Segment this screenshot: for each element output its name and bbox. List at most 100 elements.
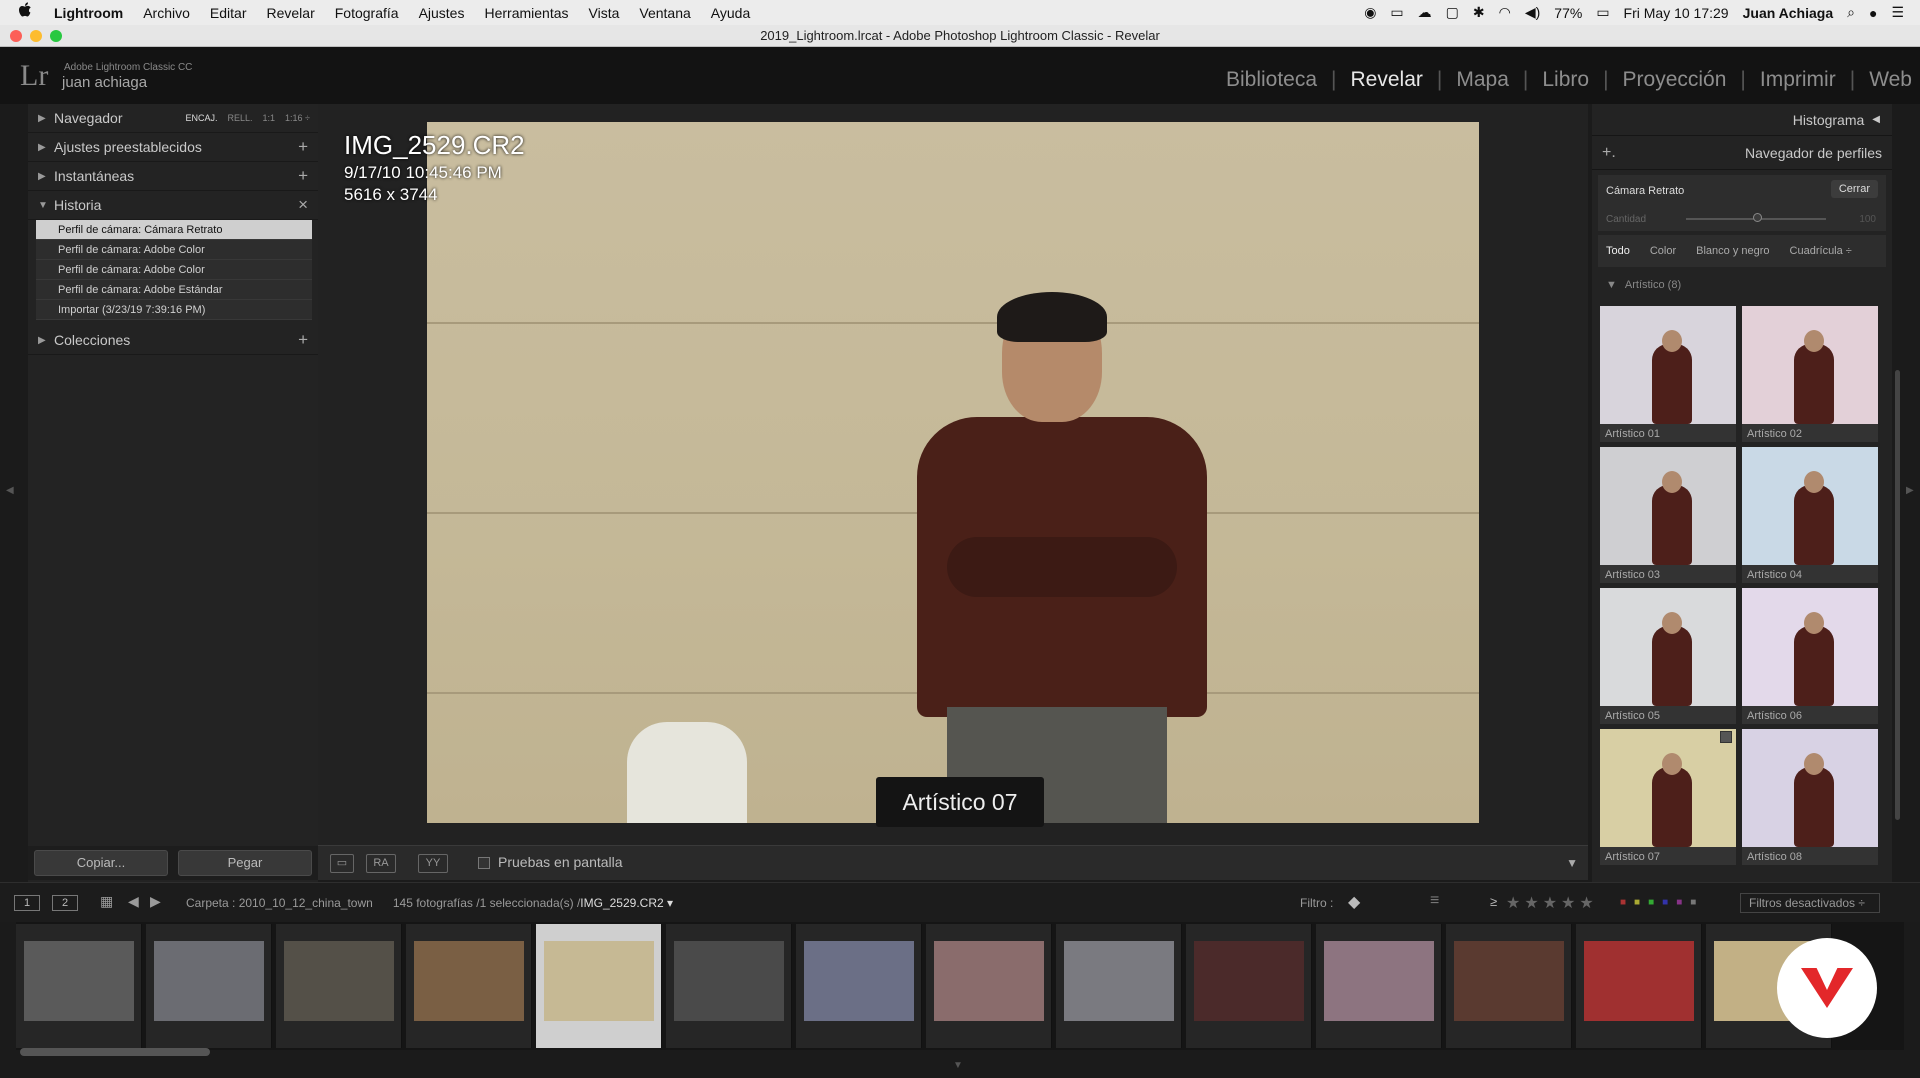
add-collection-icon[interactable]: + — [298, 330, 308, 350]
zoom-fill[interactable]: RELL. — [228, 113, 253, 123]
add-preset-icon[interactable]: + — [298, 137, 308, 157]
filmstrip-thumb[interactable] — [1446, 924, 1572, 1048]
folder-path[interactable]: Carpeta : 2010_10_12_china_town — [186, 896, 373, 910]
profile-group-header[interactable]: ▼ Artístico (8) — [1592, 271, 1892, 299]
filmstrip-thumb[interactable] — [16, 924, 142, 1048]
filmstrip-thumb[interactable] — [146, 924, 272, 1048]
close-window-button[interactable] — [10, 30, 22, 42]
color-label-filter[interactable]: ■■■■■■ — [1620, 897, 1704, 908]
zoom-custom[interactable]: 1:16 ÷ — [285, 113, 310, 123]
clear-history-icon[interactable]: × — [298, 195, 308, 215]
zoom-window-button[interactable] — [50, 30, 62, 42]
airplay-icon[interactable]: ▢ — [1446, 4, 1459, 21]
main-photo[interactable] — [427, 122, 1479, 823]
current-file-select[interactable]: IMG_2529.CR2 ▾ — [580, 896, 673, 910]
volume-icon[interactable]: ◀) — [1525, 4, 1540, 21]
filmstrip-thumb[interactable] — [1186, 924, 1312, 1048]
filmstrip-thumb[interactable] — [276, 924, 402, 1048]
rating-filter-stars[interactable]: ★★★★★ — [1506, 893, 1598, 913]
menu-revelar[interactable]: Revelar — [266, 5, 314, 21]
module-proyeccion[interactable]: Proyección — [1623, 68, 1727, 92]
module-mapa[interactable]: Mapa — [1456, 68, 1509, 92]
history-item[interactable]: Perfil de cámara: Adobe Color — [36, 260, 312, 280]
filmstrip-thumb[interactable] — [666, 924, 792, 1048]
wifi-icon[interactable]: ◠ — [1499, 4, 1511, 21]
add-profile-icon[interactable]: +. — [1602, 144, 1616, 162]
profile-thumb-01[interactable]: Artístico 01 — [1600, 306, 1736, 442]
navigator-header[interactable]: ▶ Navegador ENCAJ. RELL. 1:1 1:16 ÷ — [28, 104, 318, 133]
filmstrip-thumb[interactable] — [536, 924, 662, 1048]
bluetooth-icon[interactable]: ✱ — [1473, 4, 1485, 21]
filters-off-select[interactable]: Filtros desactivados ÷ — [1740, 893, 1880, 913]
close-profile-browser-button[interactable]: Cerrar — [1830, 180, 1878, 198]
filmstrip-thumb[interactable] — [406, 924, 532, 1048]
profile-thumb-03[interactable]: Artístico 03 — [1600, 447, 1736, 583]
battery-icon[interactable]: ▭ — [1596, 4, 1609, 21]
filmstrip-thumb[interactable] — [1056, 924, 1182, 1048]
amount-slider-handle[interactable] — [1753, 213, 1762, 222]
left-panel-toggle-icon[interactable]: ◀ — [6, 485, 14, 496]
menu-app[interactable]: Lightroom — [54, 5, 123, 21]
filter-blanco-negro[interactable]: Blanco y negro — [1696, 245, 1769, 257]
module-imprimir[interactable]: Imprimir — [1760, 68, 1836, 92]
history-header[interactable]: ▼ Historia × — [28, 191, 318, 220]
history-item[interactable]: Importar (3/23/19 7:39:16 PM) — [36, 300, 312, 320]
history-item[interactable]: Perfil de cámara: Adobe Color — [36, 240, 312, 260]
module-biblioteca[interactable]: Biblioteca — [1226, 68, 1317, 92]
profile-thumb-04[interactable]: Artístico 04 — [1742, 447, 1878, 583]
filmstrip-thumb[interactable] — [926, 924, 1052, 1048]
siri-icon[interactable]: ● — [1869, 5, 1877, 21]
copy-button[interactable]: Copiar... — [34, 850, 168, 876]
module-web[interactable]: Web — [1869, 68, 1912, 92]
menu-ventana[interactable]: Ventana — [639, 5, 690, 21]
loupe-view-button[interactable]: ▭ — [330, 854, 354, 873]
grid-icon[interactable]: ▦ — [100, 893, 113, 910]
profile-thumb-07[interactable]: Artístico 07 — [1600, 729, 1736, 865]
clock[interactable]: Fri May 10 17:29 — [1624, 5, 1729, 21]
spotlight-search-icon[interactable]: ⌕ — [1847, 4, 1855, 21]
profile-thumb-06[interactable]: Artístico 06 — [1742, 588, 1878, 724]
add-snapshot-icon[interactable]: + — [298, 166, 308, 186]
profile-thumb-08[interactable]: Artístico 08 — [1742, 729, 1878, 865]
filmstrip-scrollbar[interactable] — [20, 1048, 210, 1056]
back-arrow-icon[interactable]: ◀ — [128, 893, 139, 910]
bottom-panel-toggle[interactable]: ▼ — [0, 1056, 1920, 1078]
user-name[interactable]: Juan Achiaga — [1743, 5, 1834, 21]
filmstrip-thumb[interactable] — [796, 924, 922, 1048]
zoom-1-1[interactable]: 1:1 — [263, 113, 276, 123]
menu-ajustes[interactable]: Ajustes — [419, 5, 465, 21]
creative-cloud-icon[interactable]: ☁ — [1418, 4, 1432, 21]
module-libro[interactable]: Libro — [1542, 68, 1589, 92]
filmstrip-thumb[interactable] — [1316, 924, 1442, 1048]
menu-editar[interactable]: Editar — [210, 5, 247, 21]
history-item[interactable]: Perfil de cámara: Adobe Estándar — [36, 280, 312, 300]
forward-arrow-icon[interactable]: ▶ — [150, 893, 161, 910]
before-after-button[interactable]: RA — [366, 854, 396, 873]
profile-thumb-05[interactable]: Artístico 05 — [1600, 588, 1736, 724]
right-panel-scrollbar[interactable] — [1895, 370, 1900, 820]
secondary-window-button[interactable]: 2 — [52, 895, 78, 911]
main-window-button[interactable]: 1 — [14, 895, 40, 911]
filter-color[interactable]: Color — [1650, 245, 1676, 257]
flag-filter-icon[interactable]: ◆ — [1348, 892, 1360, 912]
toolbar-menu-chevron-down-icon[interactable]: ▼ — [1566, 856, 1578, 870]
menu-archivo[interactable]: Archivo — [143, 5, 190, 21]
before-after-split-button[interactable]: YY — [418, 854, 448, 873]
record-icon[interactable]: ◉ — [1364, 4, 1376, 21]
chevron-down-icon[interactable]: ▼ — [953, 1060, 963, 1071]
menu-herramientas[interactable]: Herramientas — [484, 5, 568, 21]
filter-todo[interactable]: Todo — [1606, 245, 1630, 257]
module-revelar[interactable]: Revelar — [1351, 68, 1423, 92]
view-mode-select[interactable]: Cuadrícula ÷ — [1790, 245, 1852, 257]
menu-fotografia[interactable]: Fotografía — [335, 5, 399, 21]
presets-header[interactable]: ▶ Ajustes preestablecidos + — [28, 133, 318, 162]
menu-vista[interactable]: Vista — [589, 5, 620, 21]
collections-header[interactable]: ▶ Colecciones + — [28, 326, 318, 355]
display-icon[interactable]: ▭ — [1390, 4, 1403, 21]
history-item[interactable]: Perfil de cámara: Cámara Retrato — [36, 220, 312, 240]
minimize-window-button[interactable] — [30, 30, 42, 42]
paste-button[interactable]: Pegar — [178, 850, 312, 876]
zoom-fit[interactable]: ENCAJ. — [185, 113, 217, 123]
rating-comparator[interactable]: ≥ — [1490, 894, 1497, 909]
edit-filter-icon[interactable]: ≡ — [1430, 892, 1439, 910]
